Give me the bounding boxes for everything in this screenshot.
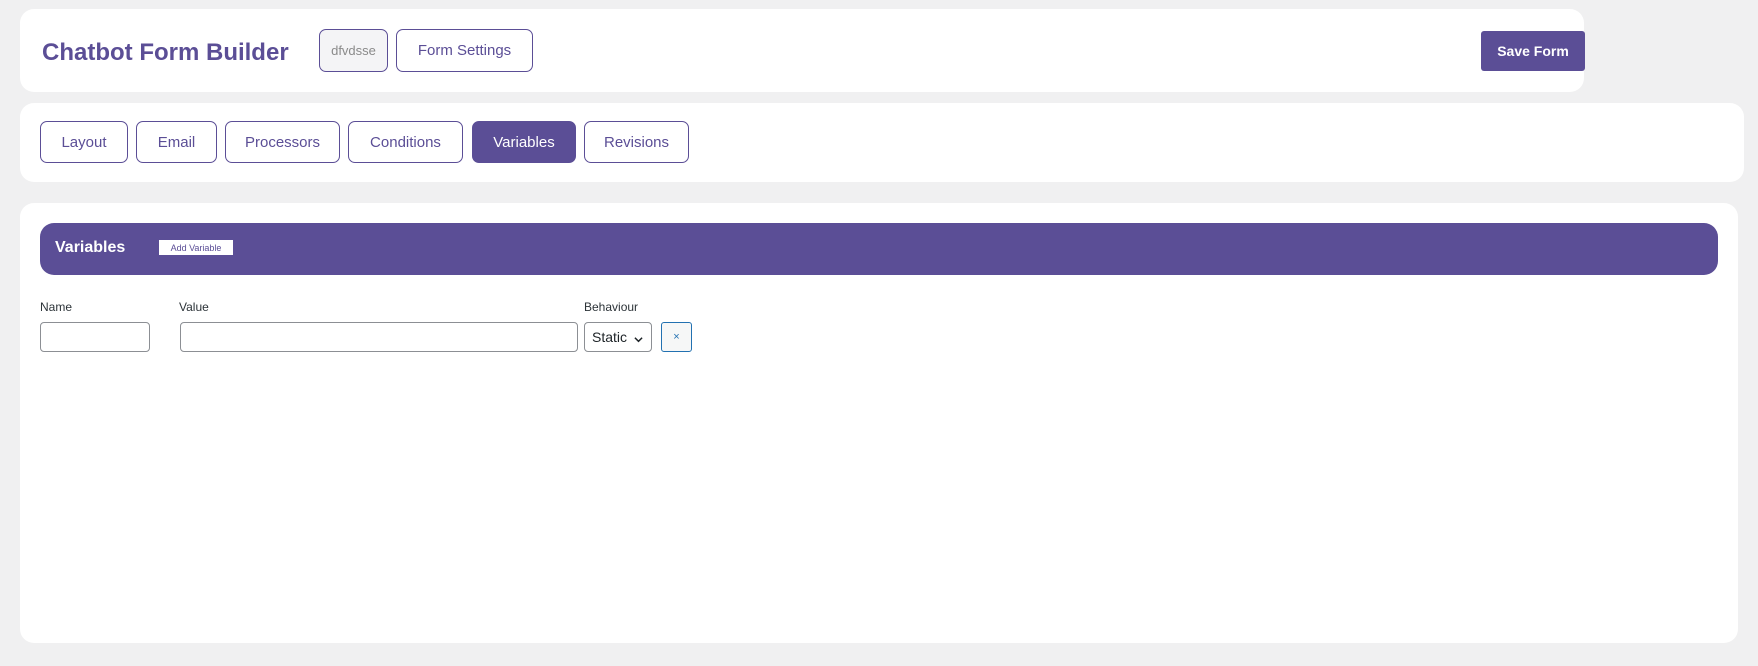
tab-processors[interactable]: Processors xyxy=(225,121,340,163)
header-bar: Chatbot Form Builder dfvdsse Form Settin… xyxy=(20,9,1585,92)
add-variable-button[interactable]: Add Variable xyxy=(158,239,234,256)
tab-variables[interactable]: Variables xyxy=(472,121,576,163)
remove-variable-button[interactable]: × xyxy=(661,322,692,352)
behaviour-selected-value: Static xyxy=(592,329,628,345)
tab-conditions[interactable]: Conditions xyxy=(348,121,463,163)
value-column-label: Value xyxy=(179,300,209,314)
save-form-button[interactable]: Save Form xyxy=(1481,31,1585,71)
chevron-down-icon xyxy=(634,331,643,343)
variable-value-input[interactable] xyxy=(180,322,578,352)
form-settings-button[interactable]: Form Settings xyxy=(396,29,533,72)
variable-name-input[interactable] xyxy=(40,322,150,352)
page-title: Chatbot Form Builder xyxy=(42,39,289,66)
variables-title: Variables xyxy=(55,239,126,256)
behaviour-select[interactable]: Static xyxy=(584,322,652,352)
variables-header: Variables Add Variable xyxy=(40,223,1718,275)
tab-bar: Layout Email Processors Conditions Varia… xyxy=(20,103,1744,182)
variables-panel: Variables Add Variable Name Value Behavi… xyxy=(20,203,1738,643)
form-id-badge[interactable]: dfvdsse xyxy=(319,29,388,72)
tab-layout[interactable]: Layout xyxy=(40,121,128,163)
behaviour-column-label: Behaviour xyxy=(584,300,639,314)
tab-revisions[interactable]: Revisions xyxy=(584,121,689,163)
name-column-label: Name xyxy=(40,300,73,314)
tab-email[interactable]: Email xyxy=(136,121,217,163)
